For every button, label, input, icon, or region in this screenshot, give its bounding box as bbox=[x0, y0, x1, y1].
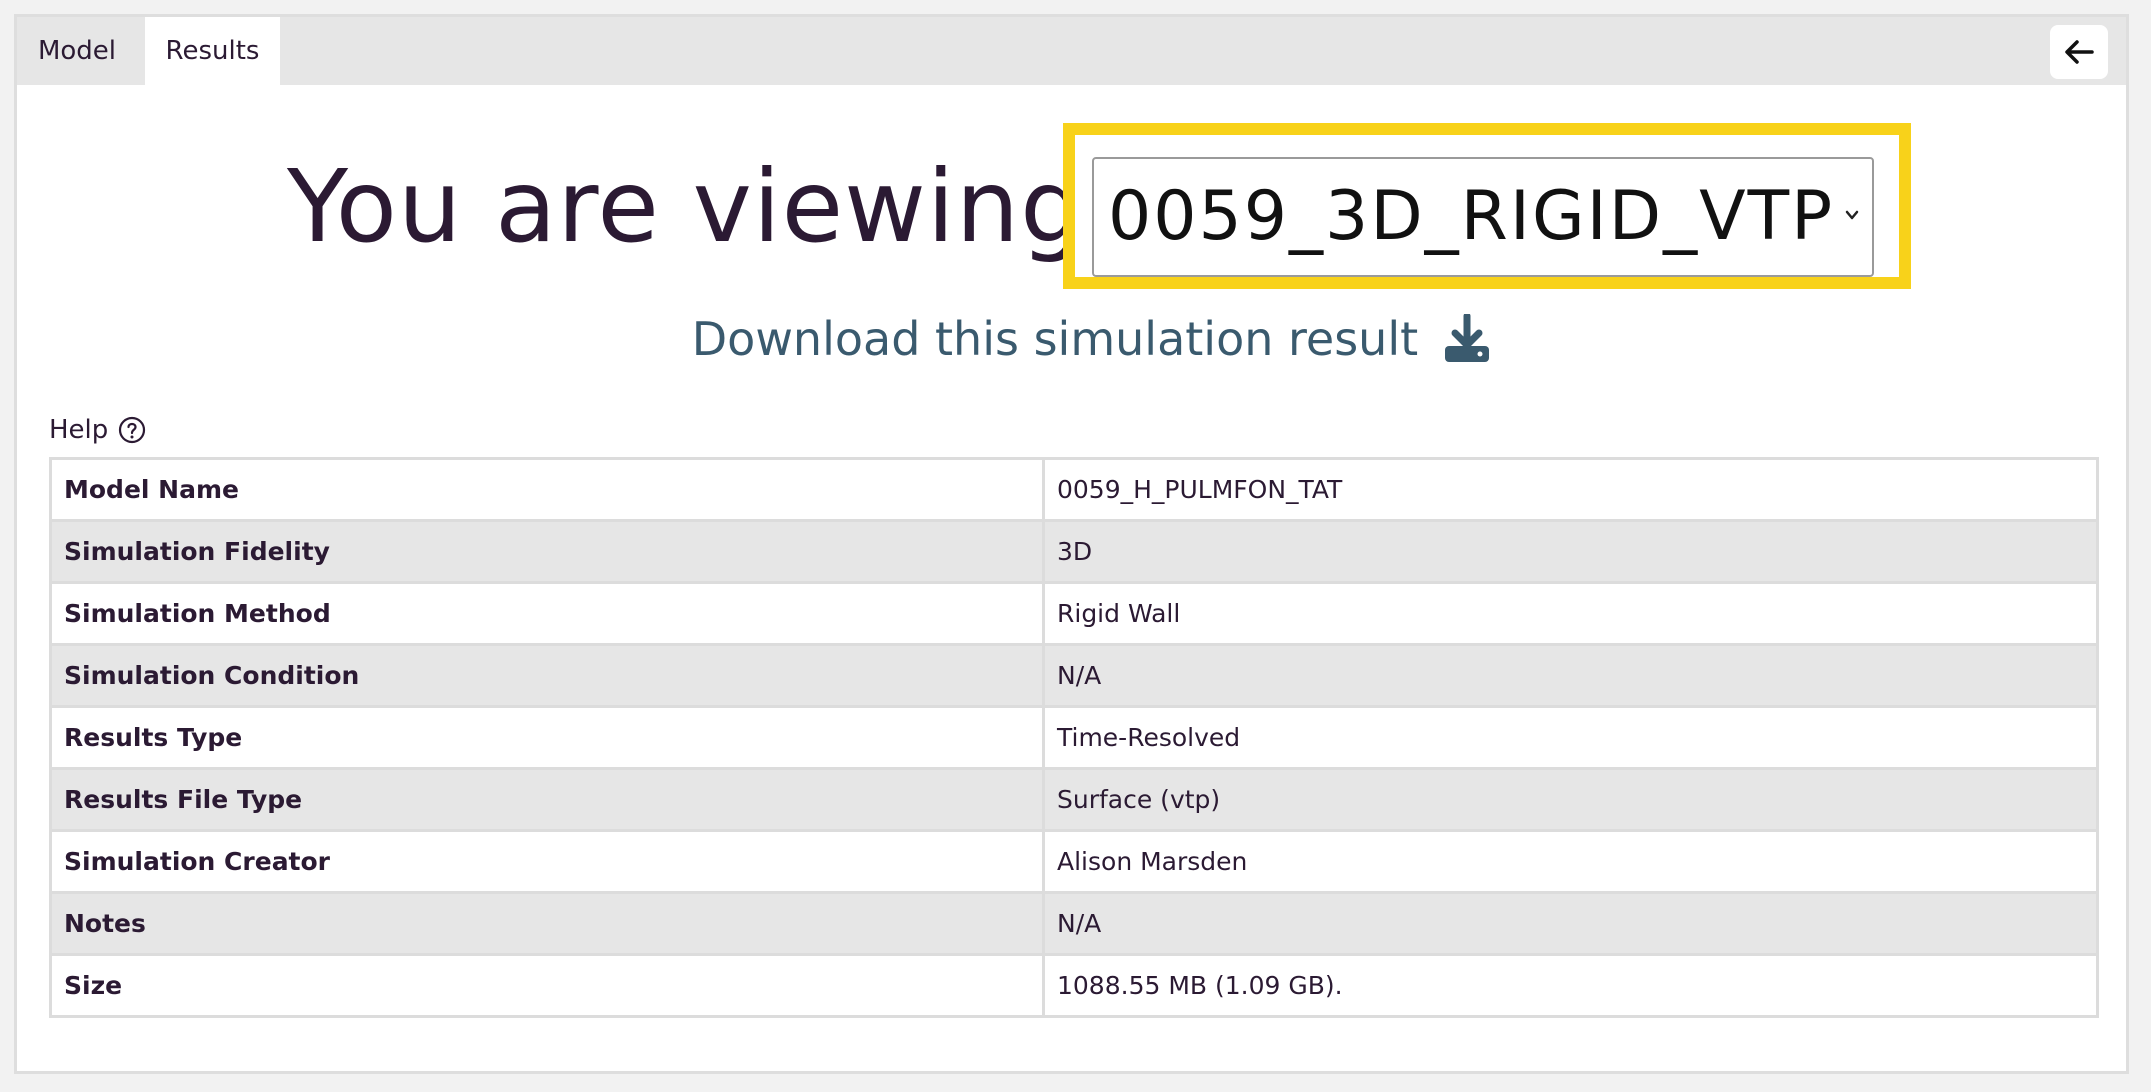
detail-value: Alison Marsden bbox=[1042, 829, 2099, 894]
table-row: Size 1088.55 MB (1.09 GB). bbox=[49, 953, 2099, 1018]
help-label: Help bbox=[49, 415, 109, 445]
download-label: Download this simulation result bbox=[691, 312, 1419, 366]
detail-value: 1088.55 MB (1.09 GB). bbox=[1042, 953, 2099, 1018]
detail-value: 0059_H_PULMFON_TAT bbox=[1042, 457, 2099, 522]
detail-value: Surface (vtp) bbox=[1042, 767, 2099, 832]
detail-key: Simulation Condition bbox=[49, 643, 1045, 708]
table-row: Simulation Creator Alison Marsden bbox=[49, 829, 2099, 894]
table-row: Simulation Method Rigid Wall bbox=[49, 581, 2099, 646]
chevron-down-icon bbox=[1845, 210, 1859, 220]
detail-key: Notes bbox=[49, 891, 1045, 956]
detail-key: Results File Type bbox=[49, 767, 1045, 832]
result-select[interactable]: 0059_3D_RIGID_VTP bbox=[1092, 157, 1874, 277]
table-row: Simulation Condition N/A bbox=[49, 643, 2099, 708]
help-link[interactable]: Help bbox=[49, 415, 146, 445]
detail-key: Simulation Fidelity bbox=[49, 519, 1045, 584]
arrow-left-icon bbox=[2065, 40, 2094, 64]
table-row: Results Type Time-Resolved bbox=[49, 705, 2099, 770]
detail-key: Simulation Creator bbox=[49, 829, 1045, 894]
tab-results[interactable]: Results bbox=[145, 17, 280, 85]
table-row: Results File Type Surface (vtp) bbox=[49, 767, 2099, 832]
detail-key: Simulation Method bbox=[49, 581, 1045, 646]
detail-value: Rigid Wall bbox=[1042, 581, 2099, 646]
simulation-details-table: Model Name 0059_H_PULMFON_TAT Simulation F… bbox=[49, 457, 2099, 1018]
detail-value: N/A bbox=[1042, 643, 2099, 708]
table-row: Notes N/A bbox=[49, 891, 2099, 956]
table-row: Simulation Fidelity 3D bbox=[49, 519, 2099, 584]
tab-bar: Model Results bbox=[17, 17, 2126, 85]
back-button[interactable] bbox=[2050, 25, 2108, 79]
detail-key: Model Name bbox=[49, 457, 1045, 522]
detail-value: N/A bbox=[1042, 891, 2099, 956]
download-link[interactable]: Download this simulation result bbox=[17, 312, 2126, 382]
result-select-value: 0059_3D_RIGID_VTP bbox=[1108, 177, 1835, 256]
results-panel: Model Results You are viewing 0059_3D_RI… bbox=[14, 14, 2129, 1074]
detail-key: Size bbox=[49, 953, 1045, 1018]
viewing-header: You are viewing 0059_3D_RIGID_VTP bbox=[17, 123, 2126, 289]
detail-value: 3D bbox=[1042, 519, 2099, 584]
tab-model[interactable]: Model bbox=[17, 17, 137, 85]
download-icon bbox=[1445, 314, 1490, 362]
detail-value: Time-Resolved bbox=[1042, 705, 2099, 770]
detail-key: Results Type bbox=[49, 705, 1045, 770]
viewing-label: You are viewing bbox=[287, 148, 1085, 265]
table-row: Model Name 0059_H_PULMFON_TAT bbox=[49, 457, 2099, 522]
question-circle-icon bbox=[119, 416, 146, 444]
